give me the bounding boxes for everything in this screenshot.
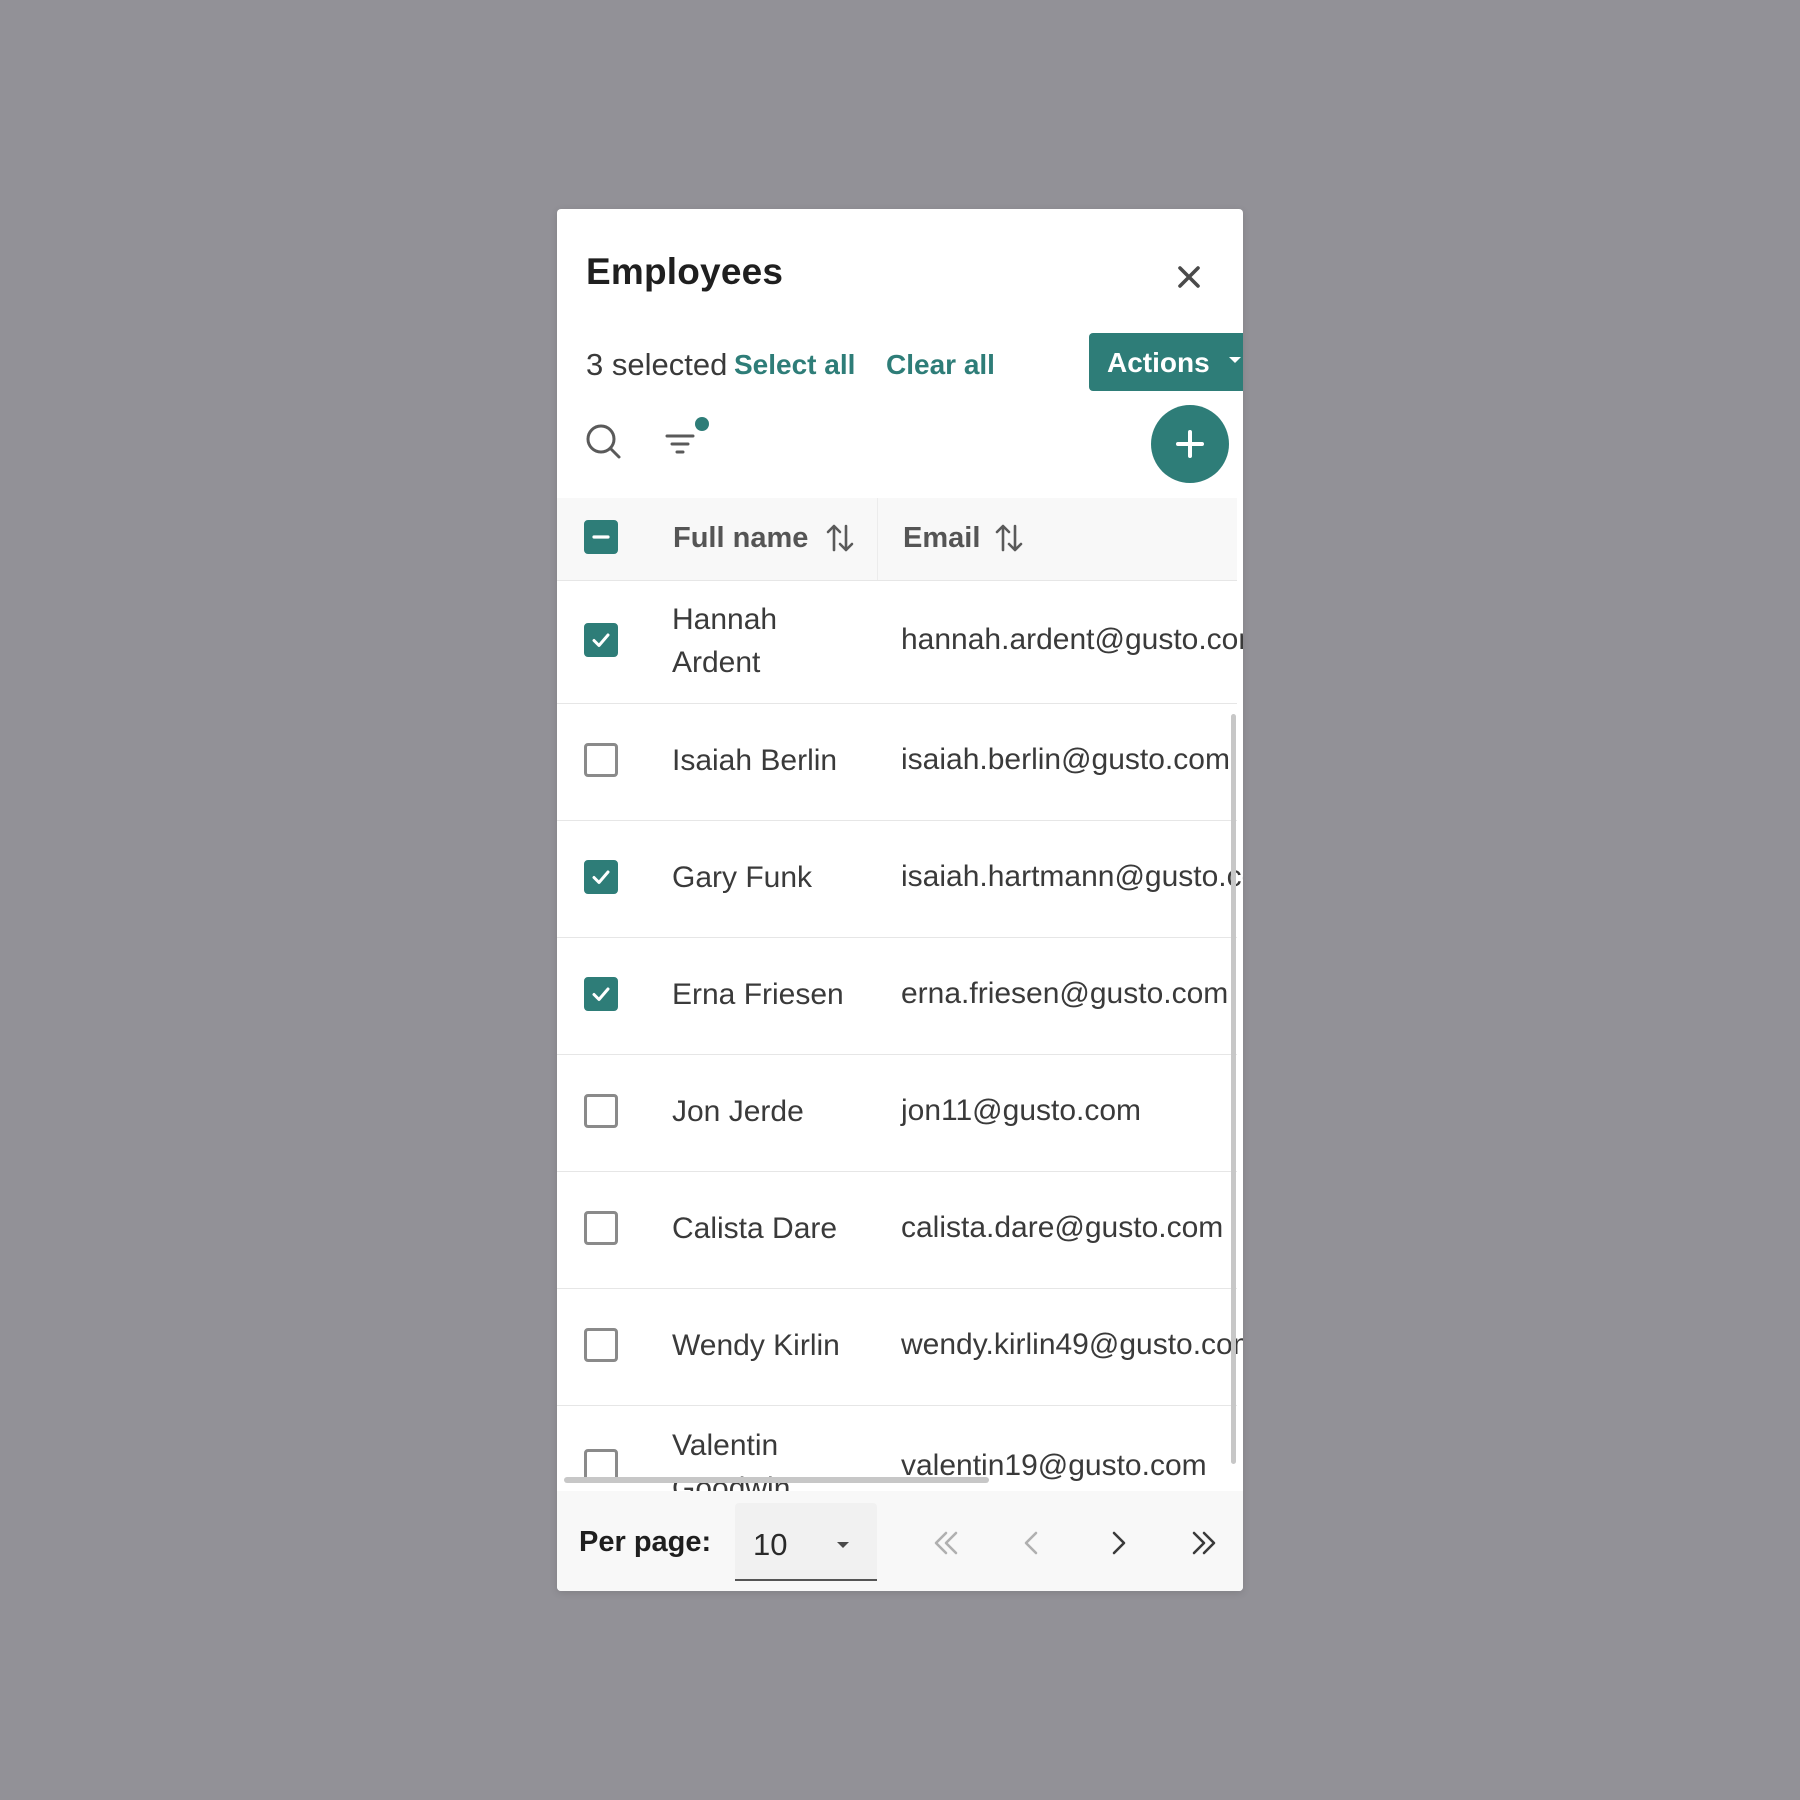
employees-table: Full name Email Hannah Ardent hannah.ard… xyxy=(557,498,1243,1491)
checkmark-icon xyxy=(592,870,610,884)
double-chevron-right-icon xyxy=(1192,1531,1216,1555)
employee-name: Erna Friesen xyxy=(672,978,844,1011)
employee-email: calista.dare@gusto.com xyxy=(901,1211,1224,1244)
employee-name: Gary Funk xyxy=(672,861,813,894)
selection-bar: 3 selected Select all Clear all Actions xyxy=(586,333,1243,393)
row-checkbox[interactable] xyxy=(584,1328,618,1362)
table-row[interactable]: Hannah Ardent hannah.ardent@gusto.com xyxy=(557,580,1243,704)
close-icon xyxy=(1178,266,1200,288)
row-checkbox[interactable] xyxy=(584,743,618,777)
per-page-select[interactable]: 10 xyxy=(735,1503,877,1581)
select-all-checkbox[interactable] xyxy=(584,520,618,554)
checkmark-icon xyxy=(592,987,610,1001)
employee-email: isaiah.hartmann@gusto.com xyxy=(901,860,1243,893)
first-page-button[interactable] xyxy=(926,1523,966,1563)
filter-active-indicator xyxy=(695,417,709,431)
per-page-value: 10 xyxy=(753,1527,788,1562)
column-header-email[interactable]: Email xyxy=(903,522,980,555)
pagination-bar: Per page: 10 xyxy=(557,1491,1243,1591)
sort-icon[interactable] xyxy=(994,520,1024,556)
row-checkbox[interactable] xyxy=(584,1211,618,1245)
double-chevron-left-icon xyxy=(934,1531,958,1555)
caret-down-icon xyxy=(1229,357,1241,363)
last-page-button[interactable] xyxy=(1184,1523,1224,1563)
table-row[interactable]: Jon Jerde jon11@gusto.com xyxy=(557,1055,1237,1172)
table-row[interactable]: Erna Friesen erna.friesen@gusto.com xyxy=(557,938,1237,1055)
table-header: Full name Email xyxy=(557,498,1237,581)
search-button[interactable] xyxy=(584,422,624,462)
clear-all-button[interactable]: Clear all xyxy=(886,349,995,381)
row-checkbox[interactable] xyxy=(584,623,618,657)
chevron-right-icon xyxy=(1112,1531,1126,1555)
checkmark-icon xyxy=(592,633,610,647)
caret-down-icon xyxy=(837,1542,849,1548)
column-divider xyxy=(877,498,878,580)
table-row[interactable]: Calista Dare calista.dare@gusto.com xyxy=(557,1172,1237,1289)
previous-page-button[interactable] xyxy=(1012,1523,1052,1563)
row-checkbox[interactable] xyxy=(584,977,618,1011)
employee-name: Isaiah Berlin xyxy=(672,744,838,777)
close-button[interactable] xyxy=(1171,259,1207,295)
actions-label: Actions xyxy=(1107,347,1210,378)
table-row[interactable]: Wendy Kirlin wendy.kirlin49@gusto.com xyxy=(557,1289,1243,1406)
employee-name: Calista Dare xyxy=(672,1212,838,1245)
table-row[interactable]: Isaiah Berlin isaiah.berlin@gusto.com xyxy=(557,704,1237,821)
indeterminate-icon xyxy=(592,535,610,539)
sort-icon[interactable] xyxy=(825,520,855,556)
filter-button[interactable] xyxy=(663,424,703,464)
horizontal-scrollbar[interactable] xyxy=(564,1477,989,1483)
dialog-title: Employees xyxy=(586,251,784,292)
employee-email: wendy.kirlin49@gusto.com xyxy=(901,1328,1243,1361)
row-checkbox[interactable] xyxy=(584,1094,618,1128)
row-checkbox[interactable] xyxy=(584,860,618,894)
chevron-left-icon xyxy=(1024,1531,1038,1555)
employee-email: erna.friesen@gusto.com xyxy=(901,977,1229,1010)
vertical-scrollbar[interactable] xyxy=(1231,714,1236,1464)
per-page-label: Per page: xyxy=(579,1526,712,1558)
employee-email: hannah.ardent@gusto.com xyxy=(901,623,1243,656)
column-header-full-name[interactable]: Full name xyxy=(673,522,808,555)
next-page-button[interactable] xyxy=(1098,1523,1138,1563)
actions-button[interactable]: Actions xyxy=(1089,333,1243,391)
search-icon xyxy=(586,424,621,459)
selected-count: 3 selected xyxy=(586,347,728,382)
employees-dialog: Employees 3 selected Select all Clear al… xyxy=(557,209,1243,1591)
employee-name: Jon Jerde xyxy=(672,1095,804,1128)
employee-email: jon11@gusto.com xyxy=(901,1094,1142,1127)
filter-icon xyxy=(665,434,695,454)
employee-name: Hannah Ardent xyxy=(672,603,778,679)
select-all-button[interactable]: Select all xyxy=(734,349,855,381)
employee-name: Wendy Kirlin xyxy=(672,1329,840,1362)
employee-email: isaiah.berlin@gusto.com xyxy=(901,743,1230,776)
plus-icon xyxy=(1176,430,1204,458)
table-row[interactable]: Gary Funk isaiah.hartmann@gusto.com xyxy=(557,821,1243,938)
add-employee-button[interactable] xyxy=(1151,405,1229,483)
